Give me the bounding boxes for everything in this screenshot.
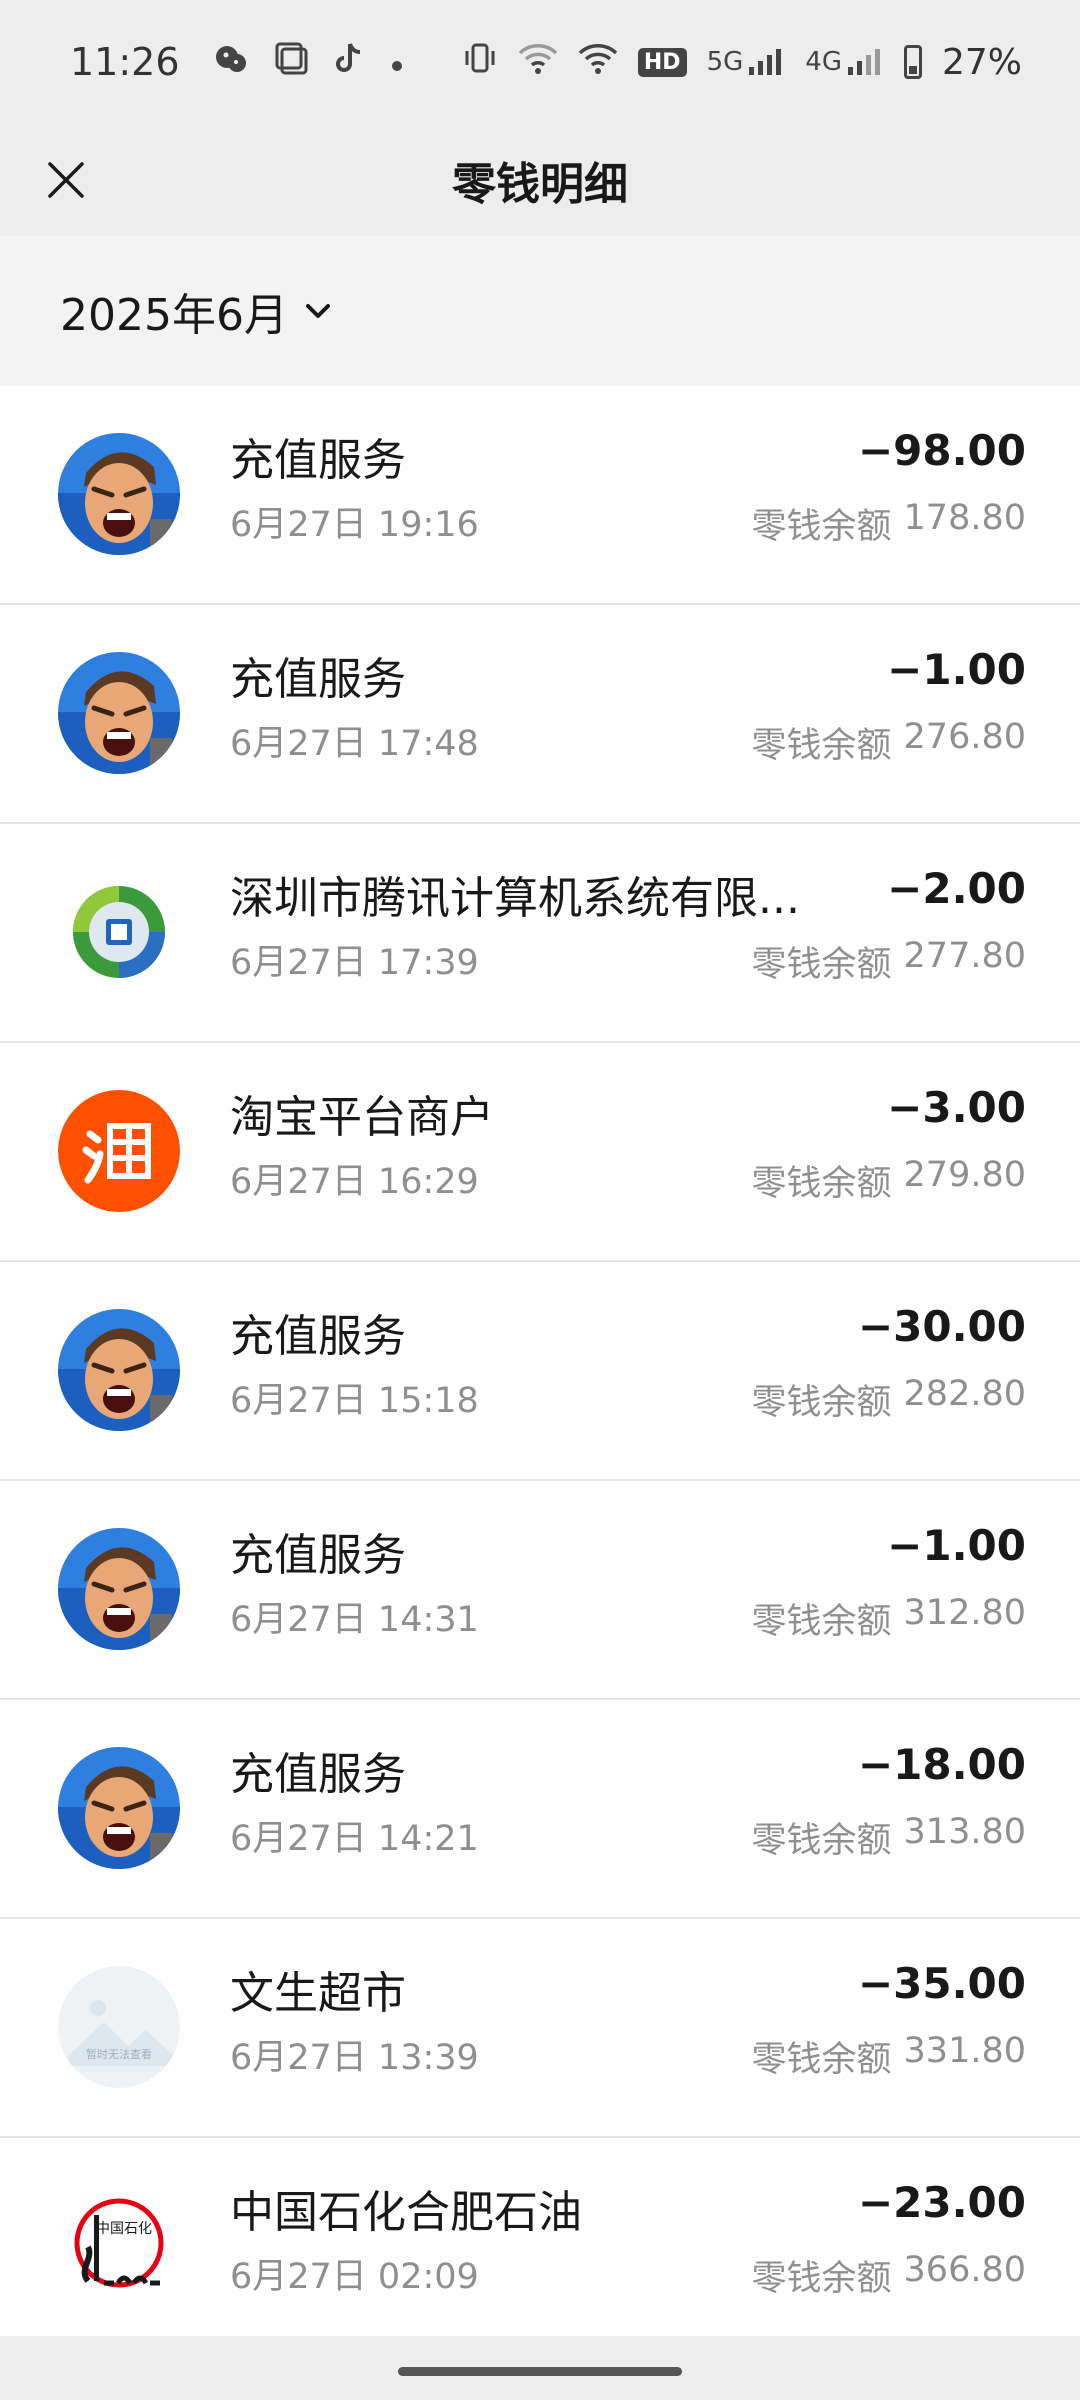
screenshot-notification-icon	[274, 41, 308, 84]
transaction-title: 充值服务	[230, 1749, 406, 1800]
transaction-balance: 零钱余额 366.80	[752, 2250, 1026, 2301]
signal-4g-icon: 4G	[805, 47, 884, 77]
balance-value: 178.80	[903, 498, 1026, 538]
balance-label: 零钱余额	[751, 1383, 892, 1423]
balance-label: 零钱余额	[751, 726, 892, 766]
transaction-amount: −1.00	[887, 1521, 1026, 1570]
transaction-balance: 零钱余额 277.80	[752, 936, 1026, 987]
game-avatar-icon	[58, 1747, 180, 1869]
transaction-amount: −30.00	[857, 1302, 1026, 1351]
app-notification-icon	[214, 41, 248, 84]
vibrate-icon	[462, 41, 498, 84]
balance-label: 零钱余额	[751, 507, 892, 547]
transaction-amount: −35.00	[857, 1959, 1026, 2008]
transaction-amount: −98.00	[857, 426, 1026, 475]
transaction-time: 6月27日 13:39	[230, 2038, 479, 2078]
transaction-list: 充值服务 6月27日 19:16 −98.00 零钱余额 178.80 充值服务 6月27日…	[0, 386, 1080, 2357]
transaction-title: 淘宝平台商户	[230, 1092, 494, 1143]
transaction-time: 6月27日 02:09	[230, 2257, 479, 2297]
transaction-title: 充值服务	[230, 435, 406, 486]
transaction-row[interactable]: 暂时无法查看 文生超市 6月27日 13:39 −35.00 零钱余额 331.80	[0, 1919, 1080, 2138]
transaction-title: 充值服务	[230, 1311, 406, 1362]
transaction-amount: −2.00	[887, 864, 1026, 913]
game-avatar-icon	[58, 433, 180, 555]
transaction-time: 6月27日 19:16	[230, 505, 479, 545]
transaction-balance: 零钱余额 279.80	[752, 1155, 1026, 1206]
transaction-balance: 零钱余额 312.80	[752, 1593, 1026, 1644]
balance-value: 331.80	[903, 2031, 1026, 2071]
status-time: 11:26	[70, 40, 180, 84]
wifi-icon-secondary	[578, 41, 618, 84]
transaction-title: 中国石化合肥石油	[230, 2187, 582, 2238]
status-bar: 11:26 HD 5G 4G 27%	[0, 0, 1080, 124]
taobao-logo-icon	[58, 1090, 180, 1212]
balance-label: 零钱余额	[751, 945, 892, 985]
battery-percentage: 27%	[941, 41, 1022, 83]
more-notifications-dot-icon	[390, 42, 404, 82]
transaction-amount: −18.00	[857, 1740, 1026, 1789]
balance-label: 零钱余额	[751, 2040, 892, 2080]
balance-value: 279.80	[903, 1155, 1026, 1195]
chevron-down-icon	[305, 304, 330, 318]
balance-value: 313.80	[903, 1812, 1026, 1852]
transaction-time: 6月27日 17:48	[230, 724, 479, 764]
balance-label: 零钱余额	[751, 1164, 892, 1204]
transaction-title: 充值服务	[230, 654, 406, 705]
transaction-row[interactable]: 充值服务 6月27日 19:16 −98.00 零钱余额 178.80	[0, 386, 1080, 605]
month-filter-bar: 2025年6月	[0, 236, 1080, 386]
game-avatar-icon	[58, 652, 180, 774]
balance-value: 366.80	[903, 2250, 1026, 2290]
transaction-time: 6月27日 17:39	[230, 943, 479, 983]
transaction-amount: −1.00	[887, 645, 1026, 694]
transaction-time: 6月27日 16:29	[230, 1162, 479, 1202]
transaction-row[interactable]: 淘宝平台商户 6月27日 16:29 −3.00 零钱余额 279.80	[0, 1043, 1080, 1262]
home-indicator[interactable]	[398, 2367, 682, 2376]
game-avatar-icon	[58, 1309, 180, 1431]
transaction-time: 6月27日 14:31	[230, 1600, 479, 1640]
transaction-amount: −23.00	[857, 2178, 1026, 2227]
transaction-title: 文生超市	[230, 1968, 406, 2019]
month-selector-button[interactable]: 2025年6月	[60, 279, 334, 343]
wifi-icon	[518, 41, 558, 84]
transaction-balance: 零钱余额 178.80	[752, 498, 1026, 549]
balance-label: 零钱余额	[751, 1821, 892, 1861]
transaction-row[interactable]: 中国石化 中国石化合肥石油 6月27日 02:09 −23.00 零钱余额 366.80	[0, 2138, 1080, 2357]
transaction-row[interactable]: 深圳市腾讯计算机系统有限... 6月27日 17:39 −2.00 零钱余额 277.8…	[0, 824, 1080, 1043]
transaction-row[interactable]: 充值服务 6月27日 17:48 −1.00 零钱余额 276.80	[0, 605, 1080, 824]
close-button[interactable]	[30, 144, 102, 216]
transaction-balance: 零钱余额 313.80	[752, 1812, 1026, 1863]
balance-value: 276.80	[903, 717, 1026, 757]
transaction-time: 6月27日 14:21	[230, 1819, 479, 1859]
balance-value: 282.80	[903, 1374, 1026, 1414]
svg-text:暂时无法查看: 暂时无法查看	[86, 2047, 152, 2061]
game-avatar-icon	[58, 1528, 180, 1650]
transaction-row[interactable]: 充值服务 6月27日 15:18 −30.00 零钱余额 282.80	[0, 1262, 1080, 1481]
svg-text:中国石化: 中国石化	[96, 2221, 152, 2237]
transaction-balance: 零钱余额 282.80	[752, 1374, 1026, 1425]
sinopec-logo-icon: 中国石化	[58, 2185, 180, 2307]
tiktok-notification-icon	[334, 41, 364, 84]
transaction-amount: −3.00	[887, 1083, 1026, 1132]
month-selector-label: 2025年6月	[60, 290, 288, 341]
transaction-balance: 零钱余额 276.80	[752, 717, 1026, 768]
transaction-row[interactable]: 充值服务 6月27日 14:31 −1.00 零钱余额 312.80	[0, 1481, 1080, 1700]
balance-value: 277.80	[903, 936, 1026, 976]
header-bar: 零钱明细	[0, 124, 1080, 236]
balance-label: 零钱余额	[751, 2259, 892, 2299]
transaction-title: 深圳市腾讯计算机系统有限...	[230, 873, 800, 924]
placeholder-image-icon: 暂时无法查看	[58, 1966, 180, 2088]
hd-voice-badge: HD	[637, 47, 687, 77]
transaction-title: 充值服务	[230, 1530, 406, 1581]
tencent-logo-icon	[58, 871, 180, 993]
transaction-time: 6月27日 15:18	[230, 1381, 479, 1421]
balance-value: 312.80	[903, 1593, 1026, 1633]
transaction-row[interactable]: 充值服务 6月27日 14:21 −18.00 零钱余额 313.80	[0, 1700, 1080, 1919]
signal-5g-icon: 5G	[707, 47, 786, 77]
page-title: 零钱明细	[452, 159, 628, 210]
balance-label: 零钱余额	[751, 1602, 892, 1642]
transaction-balance: 零钱余额 331.80	[752, 2031, 1026, 2082]
close-icon	[48, 162, 84, 198]
battery-icon	[903, 45, 922, 79]
